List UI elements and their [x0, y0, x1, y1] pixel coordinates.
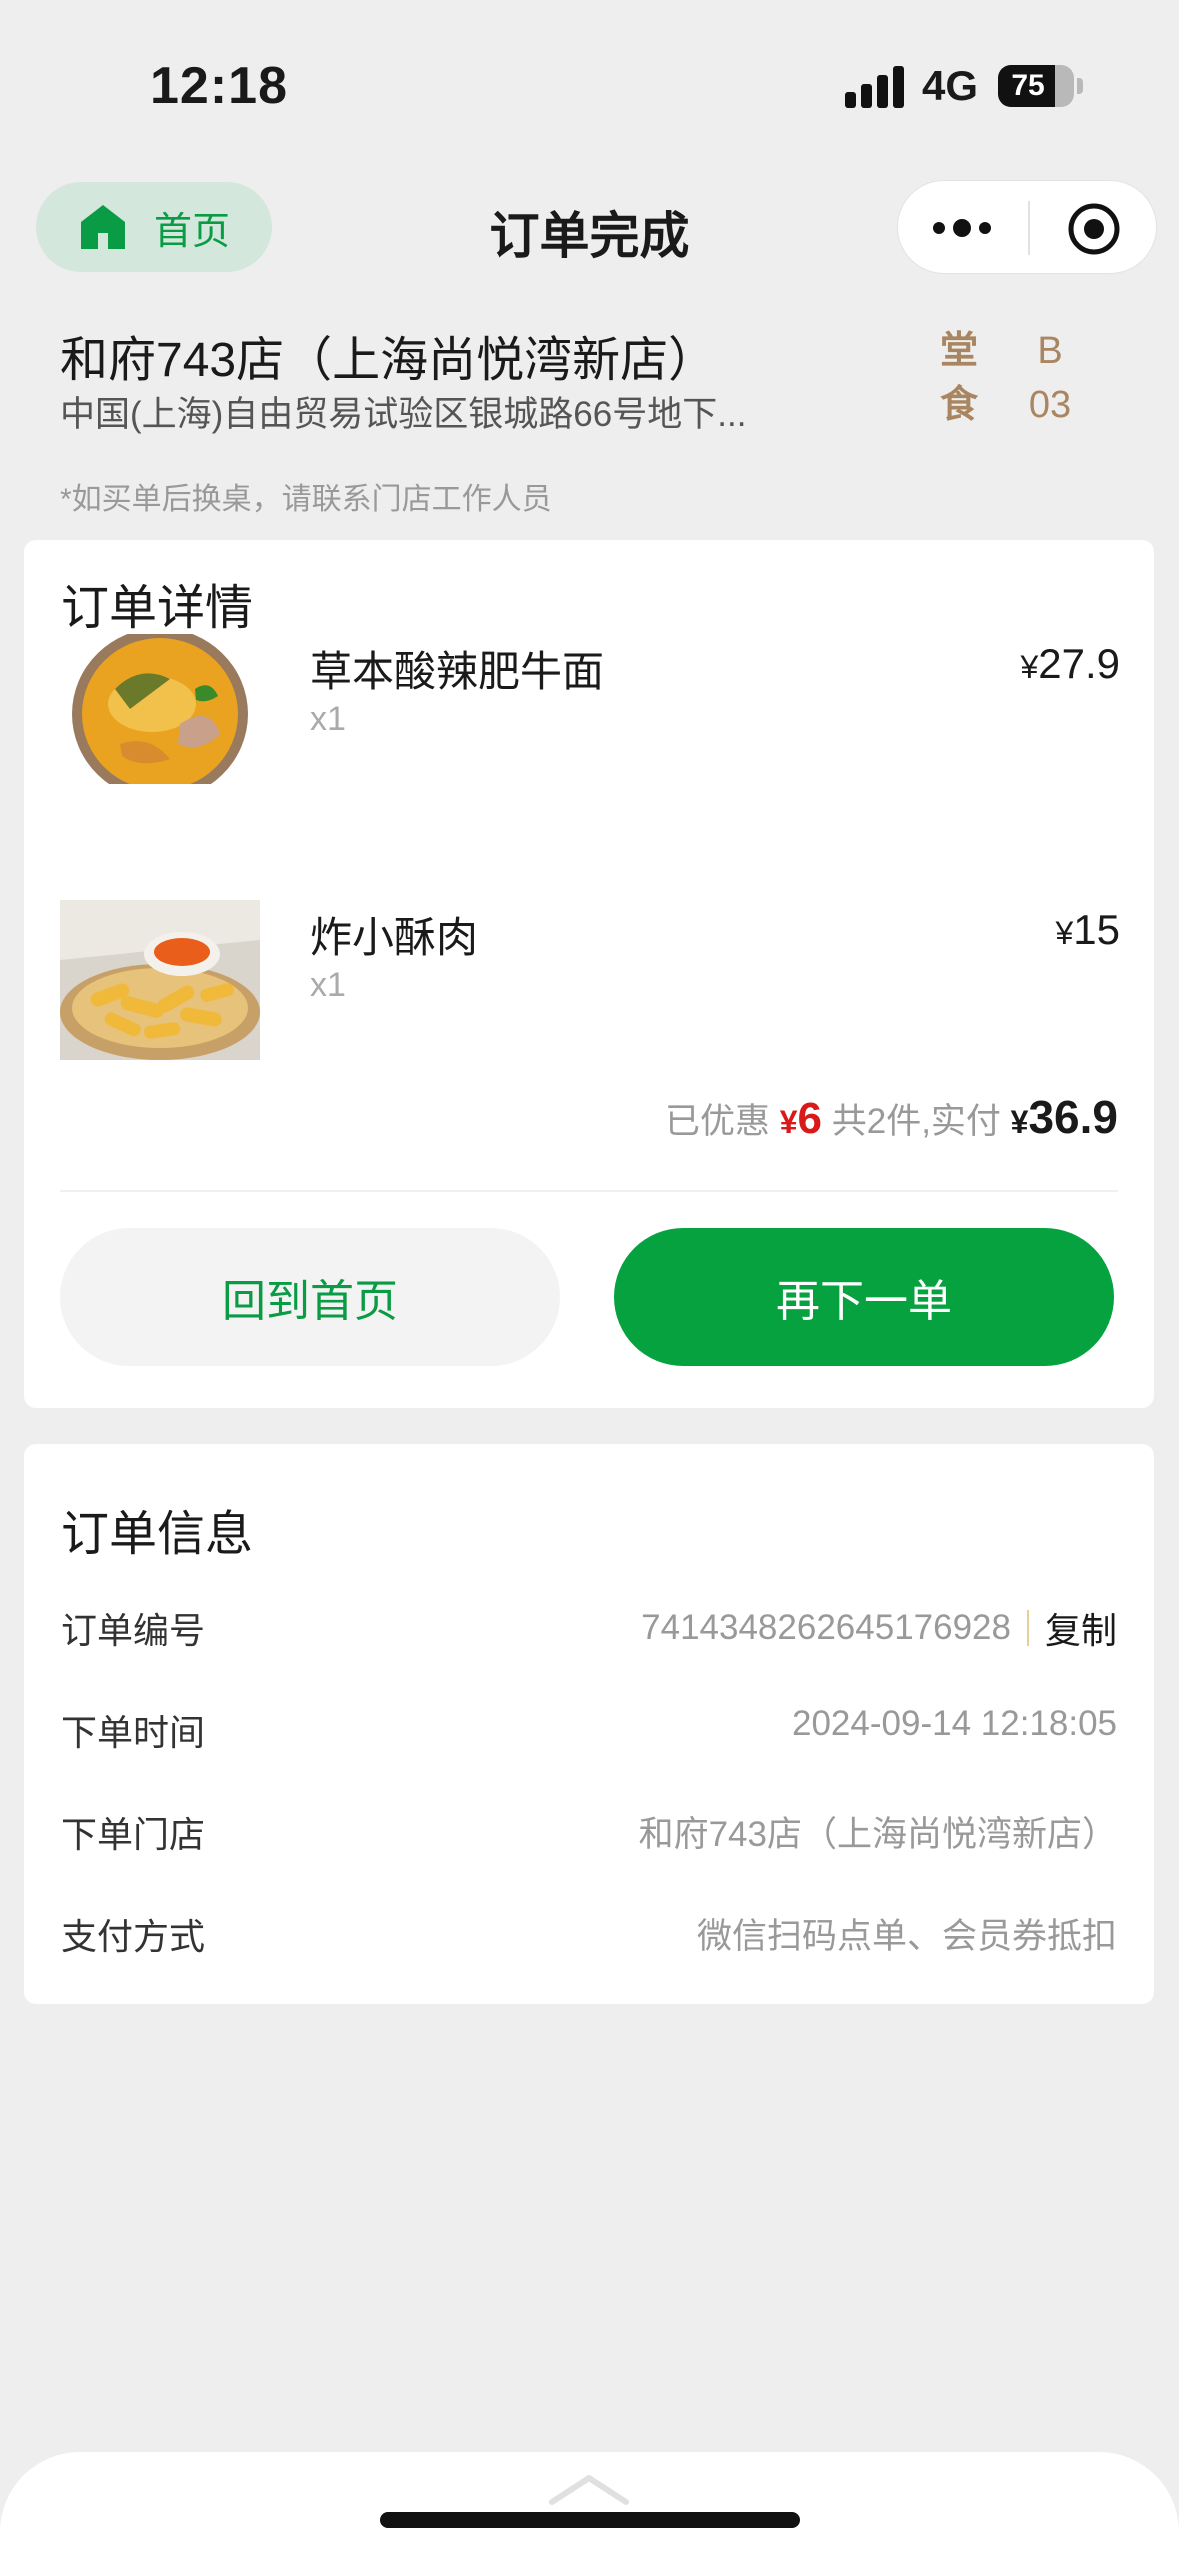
info-label: 下单时间 — [61, 1712, 206, 1753]
store-name: 和府743店（上海尚悦湾新店） — [60, 334, 717, 387]
currency-symbol: ¥ — [779, 1104, 798, 1140]
item-price-value: 27.9 — [1038, 640, 1120, 687]
item-price: ¥15 — [1055, 906, 1120, 954]
store-address: 中国(上海)自由贸易试验区银城路66号地下... — [60, 395, 747, 434]
home-indicator[interactable] — [380, 2512, 800, 2528]
order-item: 炸小酥肉 x1 ¥15 — [60, 900, 1120, 1060]
dine-type-char: 食 — [940, 384, 979, 426]
bottom-sheet-handle[interactable] — [0, 2452, 1179, 2556]
target-close-icon[interactable] — [1066, 201, 1122, 257]
total-paid-value: 36.9 — [1028, 1091, 1118, 1143]
item-name: 炸小酥肉 — [310, 914, 479, 961]
info-value: 2024-09-14 12:18:05 — [792, 1704, 1117, 1743]
total-paid: ¥36.9 — [1011, 1091, 1118, 1143]
status-bar: 12:18 4G 75 — [0, 0, 1179, 170]
reorder-button[interactable]: 再下一单 — [614, 1228, 1114, 1366]
order-details-title: 订单详情 — [61, 582, 254, 635]
order-details-card: 订单详情 草本酸辣肥牛面 x1 ¥27.9 炸小酥肉 x1 ¥15 已优惠 ¥6… — [24, 540, 1154, 1408]
info-label: 支付方式 — [61, 1916, 206, 1957]
order-number: 7414348262645176928 — [641, 1608, 1011, 1647]
item-name: 草本酸辣肥牛面 — [310, 648, 605, 695]
status-time: 12:18 — [150, 57, 288, 115]
table-change-note: *如买单后换桌，请联系门店工作人员 — [60, 483, 552, 516]
chevron-up-icon[interactable] — [548, 2472, 630, 2506]
order-store-row: 下单门店 和府743店（上海尚悦湾新店） — [61, 1806, 1117, 1866]
discount-label: 已优惠 — [664, 1102, 770, 1141]
more-dots-icon[interactable] — [930, 211, 994, 245]
order-time-row: 下单时间 2024-09-14 12:18:05 — [61, 1704, 1117, 1764]
order-info-title: 订单信息 — [61, 1508, 254, 1561]
table-number-row: B — [1037, 330, 1063, 372]
capsule-divider — [1028, 201, 1030, 255]
payment-method-row: 支付方式 微信扫码点单、会员券抵扣 — [61, 1908, 1117, 1968]
table-number-row: 03 — [1028, 384, 1072, 426]
divider — [60, 1190, 1118, 1192]
network-type: 4G — [922, 62, 979, 109]
dine-type-char: 堂 — [940, 330, 979, 372]
table-number: B 03 — [1010, 324, 1090, 432]
copy-button[interactable]: 复制 — [1045, 1602, 1117, 1654]
order-info-card: 订单信息 订单编号 7414348262645176928 复制 下单时间 20… — [24, 1444, 1154, 2004]
battery-level: 75 — [1011, 69, 1045, 102]
info-label: 订单编号 — [61, 1610, 206, 1651]
item-quantity: x1 — [310, 966, 346, 1004]
fried-pork-image — [60, 900, 260, 1060]
info-value: 微信扫码点单、会员券抵扣 — [696, 1917, 1117, 1956]
copy-divider — [1026, 1610, 1029, 1646]
battery-icon: 75 — [998, 65, 1074, 107]
dine-type-badge: 堂 食 — [940, 324, 980, 432]
discount-amount: ¥6 — [780, 1094, 822, 1143]
item-count-label: 共2件,实付 — [831, 1102, 1001, 1141]
discount-value: 6 — [797, 1094, 822, 1143]
miniprogram-capsule — [897, 180, 1157, 274]
noodle-bowl-image — [60, 634, 260, 794]
order-item: 草本酸辣肥牛面 x1 ¥27.9 — [60, 634, 1120, 794]
currency-symbol: ¥ — [1010, 1104, 1029, 1140]
currency-symbol: ¥ — [1020, 649, 1039, 685]
info-value: 和府743店（上海尚悦湾新店） — [638, 1815, 1117, 1854]
order-summary: 已优惠 ¥6 共2件,实付 ¥36.9 — [665, 1090, 1118, 1144]
currency-symbol: ¥ — [1055, 915, 1074, 951]
item-quantity: x1 — [310, 700, 346, 738]
battery-tip — [1077, 78, 1083, 94]
cellular-signal-icon — [845, 66, 905, 108]
order-number-value: 7414348262645176928 复制 — [641, 1602, 1117, 1654]
item-price: ¥27.9 — [1020, 640, 1120, 688]
item-price-value: 15 — [1073, 906, 1120, 953]
back-to-home-button[interactable]: 回到首页 — [60, 1228, 560, 1366]
info-label: 下单门店 — [61, 1814, 206, 1855]
order-number-row: 订单编号 7414348262645176928 复制 — [61, 1602, 1117, 1662]
